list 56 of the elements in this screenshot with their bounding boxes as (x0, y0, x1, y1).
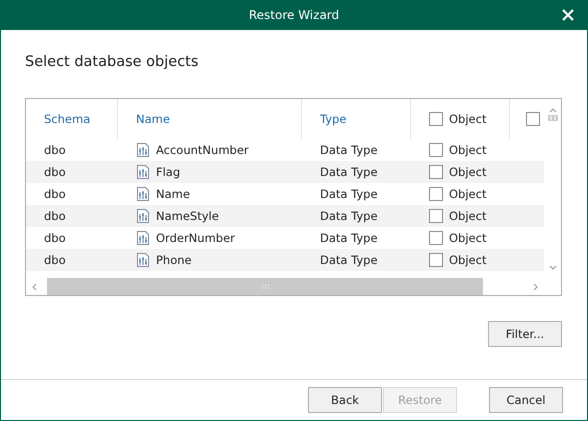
schema-cell: dbo (44, 209, 66, 223)
column-header[interactable]: Name (136, 112, 170, 126)
object-cell: Object (449, 165, 486, 179)
name-cell: Flag (156, 165, 180, 179)
name-cell: Phone (156, 253, 192, 267)
footer-button[interactable]: Cancel (489, 387, 563, 413)
data-type-icon (136, 143, 150, 157)
object-cell: Object (449, 231, 486, 245)
column-header[interactable]: Schema (44, 112, 90, 126)
type-cell: Data Type (320, 253, 378, 267)
table-row[interactable]: dbo Name Data Type Object (26, 183, 544, 205)
column-header[interactable]: Object (449, 112, 486, 126)
type-cell: Data Type (320, 231, 378, 245)
type-cell: Data Type (320, 165, 378, 179)
name-cell: AccountNumber (156, 143, 249, 157)
checkbox[interactable] (429, 209, 443, 223)
checkbox[interactable] (429, 165, 443, 179)
data-type-icon (136, 253, 150, 267)
page-heading: Select database objects (25, 54, 200, 70)
checkbox[interactable] (429, 143, 443, 157)
object-cell: Object (449, 253, 486, 267)
schema-cell: dbo (44, 187, 66, 201)
data-type-icon (136, 231, 150, 245)
table-row[interactable]: dbo AccountNumber Data Type Object (26, 139, 544, 161)
type-cell: Data Type (320, 209, 378, 223)
checkbox[interactable] (429, 253, 443, 267)
checkbox[interactable] (429, 231, 443, 245)
object-cell: Object (449, 209, 486, 223)
table-row[interactable]: dbo NameStyle Data Type Object (26, 205, 544, 227)
filter-button[interactable]: Filter... (488, 321, 562, 347)
table-row[interactable]: dbo Flag Data Type Object (26, 161, 544, 183)
data-type-icon (136, 165, 150, 179)
close-icon[interactable] (561, 8, 575, 22)
name-cell: NameStyle (156, 209, 219, 223)
type-cell: Data Type (320, 187, 378, 201)
column-header[interactable]: Type (320, 112, 346, 126)
checkbox[interactable] (429, 187, 443, 201)
object-cell: Object (449, 187, 486, 201)
footer-button[interactable]: Back (308, 387, 382, 413)
data-type-icon (136, 209, 150, 223)
data-type-icon (136, 187, 150, 201)
object-cell: Object (449, 143, 486, 157)
scrollbar-thumb[interactable] (47, 278, 483, 295)
checkbox[interactable] (526, 112, 540, 126)
checkbox[interactable] (429, 112, 443, 126)
schema-cell: dbo (44, 231, 66, 245)
table-row[interactable]: dbo Phone Data Type Object (26, 249, 544, 271)
grip-icon (548, 115, 558, 121)
schema-cell: dbo (44, 253, 66, 267)
name-cell: Name (156, 187, 190, 201)
type-cell: Data Type (320, 143, 378, 157)
schema-cell: dbo (44, 143, 66, 157)
table-row[interactable]: dbo OrderNumber Data Type Object (26, 227, 544, 249)
schema-cell: dbo (44, 165, 66, 179)
name-cell: OrderNumber (156, 231, 235, 245)
window-title: Restore Wizard (248, 8, 340, 22)
